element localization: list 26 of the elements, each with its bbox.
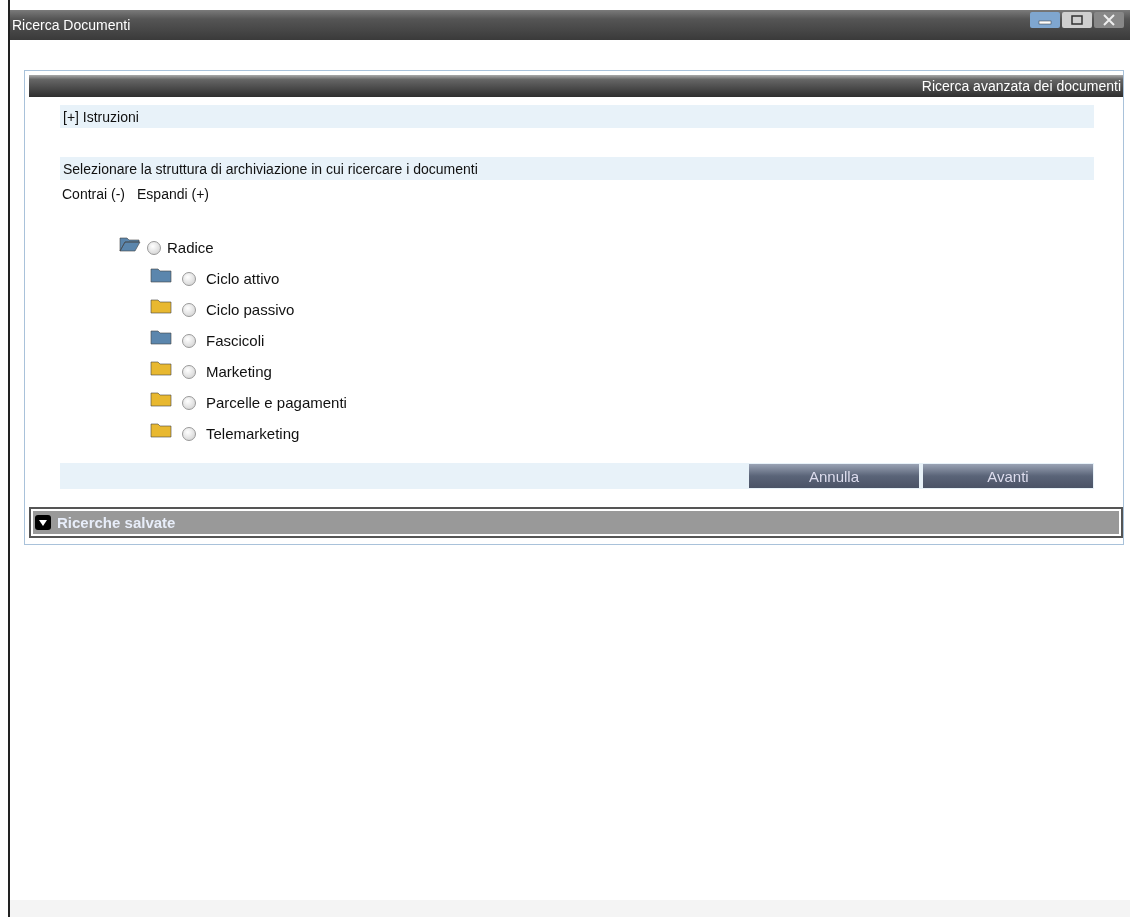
maximize-icon[interactable] [1062, 12, 1092, 28]
tree-item-label[interactable]: Radice [167, 239, 214, 256]
radio-button[interactable] [182, 395, 196, 410]
panel-title: Ricerca avanzata dei documenti [921, 78, 1121, 94]
instructions-toggle[interactable]: [+] Istruzioni [60, 105, 1094, 128]
tree-item-label[interactable]: Parcelle e pagamenti [206, 394, 347, 411]
form-button[interactable]: Annulla [749, 464, 919, 488]
saved-searches-title: Ricerche salvate [57, 514, 176, 531]
tree-item-label[interactable]: Marketing [206, 363, 272, 380]
prompt-text: Selezionare la struttura di archiviazione in cui ricercare i documenti [63, 160, 478, 177]
window-title: Ricerca Documenti [12, 17, 131, 33]
radio-button[interactable] [182, 302, 196, 317]
radio-button[interactable] [182, 333, 196, 348]
close-icon[interactable] [1094, 12, 1124, 28]
tree-action-link[interactable]: Espandi (+) [137, 186, 209, 208]
tree-item-label[interactable]: Ciclo passivo [206, 301, 295, 318]
radio-button[interactable] [182, 364, 196, 379]
tree-item-label[interactable]: Telemarketing [206, 425, 300, 442]
radio-button[interactable] [147, 240, 161, 255]
radio-button[interactable] [182, 271, 196, 286]
radio-button[interactable] [182, 426, 196, 441]
minimize-icon[interactable] [1030, 12, 1060, 28]
form-button[interactable]: Avanti [923, 464, 1093, 488]
tree-item-label[interactable]: Ciclo attivo [206, 270, 280, 287]
tree-action-link[interactable]: Contrai (-) [62, 186, 125, 208]
tree-item-label[interactable]: Fascicoli [206, 332, 265, 349]
